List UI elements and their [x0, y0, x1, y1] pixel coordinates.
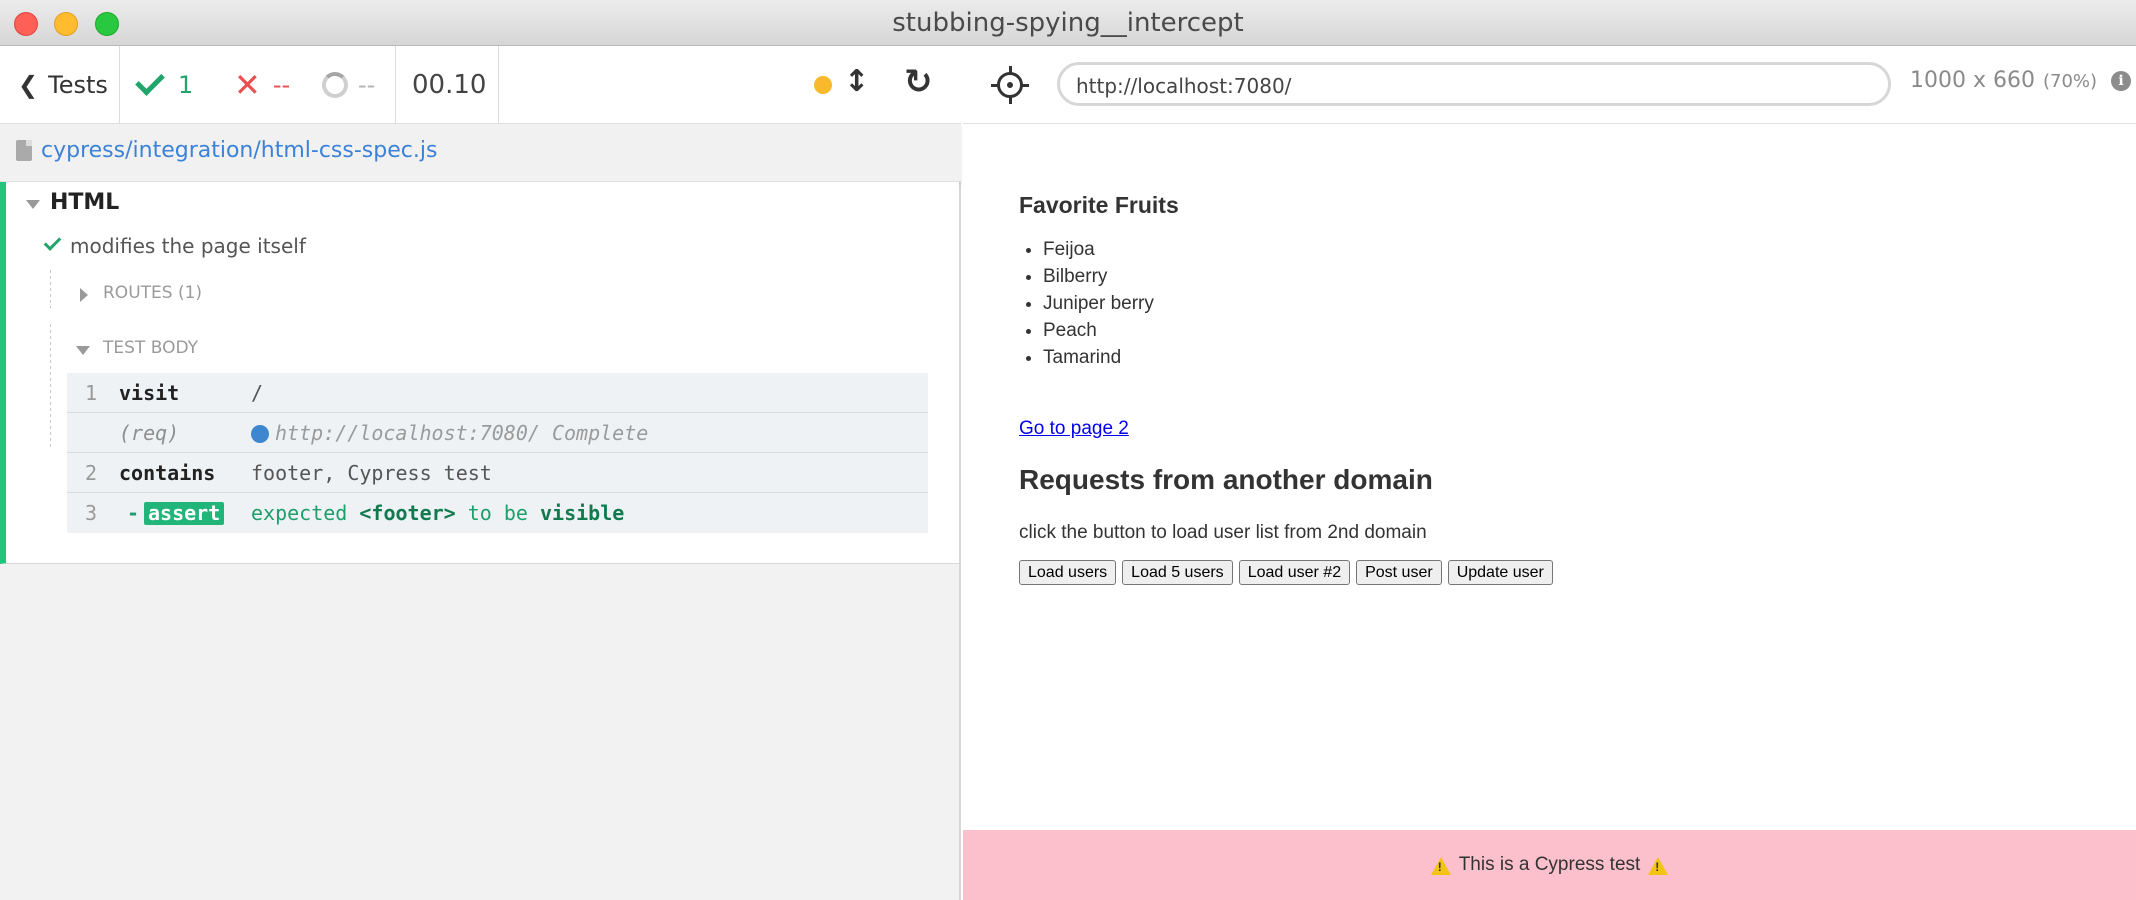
command-message: http://localhost:7080/ Complete — [275, 421, 649, 445]
command-name: visit — [119, 381, 180, 405]
warning-icon — [1430, 857, 1451, 875]
caret-down-icon[interactable] — [26, 200, 40, 209]
page-footer: This is a Cypress test — [963, 830, 2136, 900]
page2-link[interactable]: Go to page 2 — [1019, 418, 1129, 440]
header-divider — [119, 46, 120, 124]
window-title: stubbing-spying__intercept — [892, 8, 1244, 38]
indent-guide — [50, 270, 51, 308]
failed-value: -- — [272, 71, 291, 99]
file-icon — [16, 140, 32, 161]
command-number: 3 — [85, 501, 98, 525]
list-item: Feijoa — [1043, 236, 1154, 263]
fruits-heading: Favorite Fruits — [1019, 192, 1179, 218]
assert-badge: assert — [144, 502, 225, 525]
load-users-button[interactable]: Load users — [1019, 560, 1117, 585]
reporter-header: ❮ Tests 1 ✕ -- -- 00.10 ↕ ↻ — [0, 46, 961, 124]
user-buttons: Load users Load 5 users Load user #2 Pos… — [1019, 560, 1553, 585]
post-user-button[interactable]: Post user — [1356, 560, 1442, 585]
viewport-dimensions: 1000 x 660 — [1910, 68, 2035, 93]
command-name: contains — [119, 461, 216, 485]
aut-header: http://localhost:7080/ 1000 x 660 (70%) i — [963, 46, 2136, 124]
suite-title[interactable]: HTML — [50, 190, 119, 215]
spec-file-bar: cypress/integration/html-css-spec.js — [0, 124, 961, 182]
pending-count: -- — [322, 46, 375, 124]
check-icon — [43, 233, 62, 251]
passed-count: 1 — [135, 46, 194, 124]
routes-toggle[interactable]: ROUTES (1) — [103, 283, 202, 303]
pending-value: -- — [358, 71, 376, 99]
command-row[interactable]: (req) http://localhost:7080/ Complete — [67, 413, 928, 453]
status-dot-icon — [814, 76, 832, 94]
command-message: expected <footer> to be visible — [251, 501, 624, 525]
url-bar[interactable]: http://localhost:7080/ — [1057, 62, 1891, 106]
viewport-scale: (70%) — [2043, 71, 2098, 92]
update-user-button[interactable]: Update user — [1447, 560, 1553, 585]
command-name: (req) — [119, 421, 180, 445]
footer-text: This is a Cypress test — [1458, 854, 1641, 875]
test-body-toggle[interactable]: TEST BODY — [103, 338, 198, 358]
list-item: Tamarind — [1043, 344, 1154, 371]
app-under-test: Favorite Fruits Feijoa Bilberry Juniper … — [963, 124, 2136, 900]
chevron-left-icon: ❮ — [18, 71, 39, 99]
warning-icon — [1648, 857, 1669, 875]
command-message: / — [251, 381, 264, 405]
tests-button[interactable]: ❮ Tests — [18, 46, 108, 124]
selector-playground-icon[interactable] — [991, 66, 1029, 104]
list-item: Bilberry — [1043, 263, 1154, 290]
command-row[interactable]: 1 visit / — [67, 373, 928, 413]
info-icon[interactable]: i — [2111, 71, 2131, 91]
test-title[interactable]: modifies the page itself — [70, 234, 306, 258]
assert-value: visible — [540, 501, 625, 525]
load-user-2-button[interactable]: Load user #2 — [1238, 560, 1351, 585]
load-5-users-button[interactable]: Load 5 users — [1122, 560, 1233, 585]
reload-icon[interactable]: ↻ — [904, 62, 933, 102]
spinner-icon — [322, 72, 348, 98]
window-titlebar: stubbing-spying__intercept — [0, 0, 2136, 46]
reporter-panel: ❮ Tests 1 ✕ -- -- 00.10 ↕ ↻ cypress/inte… — [0, 46, 961, 900]
caret-right-icon[interactable] — [80, 288, 88, 302]
assert-text: expected — [251, 501, 348, 525]
header-divider — [395, 46, 396, 124]
command-number: 1 — [85, 381, 98, 405]
requests-heading: Requests from another domain — [1019, 464, 1433, 495]
requests-description: click the button to load user list from … — [1019, 522, 1427, 543]
fruits-list: Feijoa Bilberry Juniper berry Peach Tama… — [1019, 236, 1154, 371]
tests-label: Tests — [48, 71, 108, 99]
assert-text: to be — [467, 501, 528, 525]
failed-count: ✕ -- — [234, 46, 290, 124]
header-divider — [498, 46, 499, 124]
duration: 00.10 — [412, 70, 487, 100]
command-number: 2 — [85, 461, 98, 485]
list-item: Juniper berry — [1043, 290, 1154, 317]
list-item: Peach — [1043, 317, 1154, 344]
assert-subject: <footer> — [359, 501, 456, 525]
check-icon — [135, 66, 165, 96]
child-command-dash: - — [127, 501, 140, 525]
indent-guide — [50, 324, 51, 450]
spec-file-path[interactable]: cypress/integration/html-css-spec.js — [41, 138, 437, 163]
passed-value: 1 — [178, 71, 194, 99]
command-message: footer, Cypress test — [251, 461, 492, 485]
command-list: 1 visit / (req) http://localhost:7080/ C… — [67, 373, 928, 533]
command-row[interactable]: 2 contains footer, Cypress test — [67, 453, 928, 493]
command-row[interactable]: 3 - assert expected <footer> to be visib… — [67, 493, 928, 533]
runnable-suite: HTML modifies the page itself ROUTES (1)… — [0, 182, 959, 564]
resize-vertical-icon[interactable]: ↕ — [844, 64, 869, 99]
caret-down-icon[interactable] — [76, 346, 90, 355]
viewport-size: 1000 x 660 (70%) — [1910, 68, 2097, 93]
x-icon: ✕ — [234, 66, 261, 104]
